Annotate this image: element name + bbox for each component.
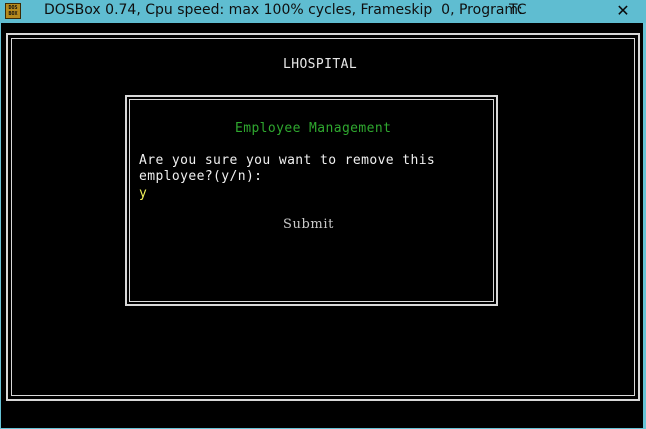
dos-screen: LHOSPITAL Employee Management Are you su… (1, 23, 643, 428)
app-title: LHOSPITAL (283, 57, 358, 72)
window-titlebar[interactable]: DOS BOX DOSBox 0.74, Cpu speed: max 100%… (0, 0, 646, 23)
confirm-input[interactable]: y (139, 186, 147, 201)
window-title: DOSBox 0.74, Cpu speed: max 100% cycles,… (44, 2, 523, 18)
close-icon: ✕ (616, 1, 630, 20)
confirm-prompt-line2: employee?(y/n): (139, 169, 263, 184)
dosbox-icon[interactable]: DOS BOX (5, 3, 21, 19)
confirm-prompt-line1: Are you sure you want to remove this (139, 153, 436, 168)
close-button[interactable]: ✕ (613, 3, 633, 19)
dosbox-window: DOS BOX DOSBox 0.74, Cpu speed: max 100%… (0, 0, 646, 429)
dialog-heading: Employee Management (235, 121, 392, 136)
program-name: TC (509, 2, 527, 18)
submit-button[interactable]: Submit (283, 217, 334, 232)
